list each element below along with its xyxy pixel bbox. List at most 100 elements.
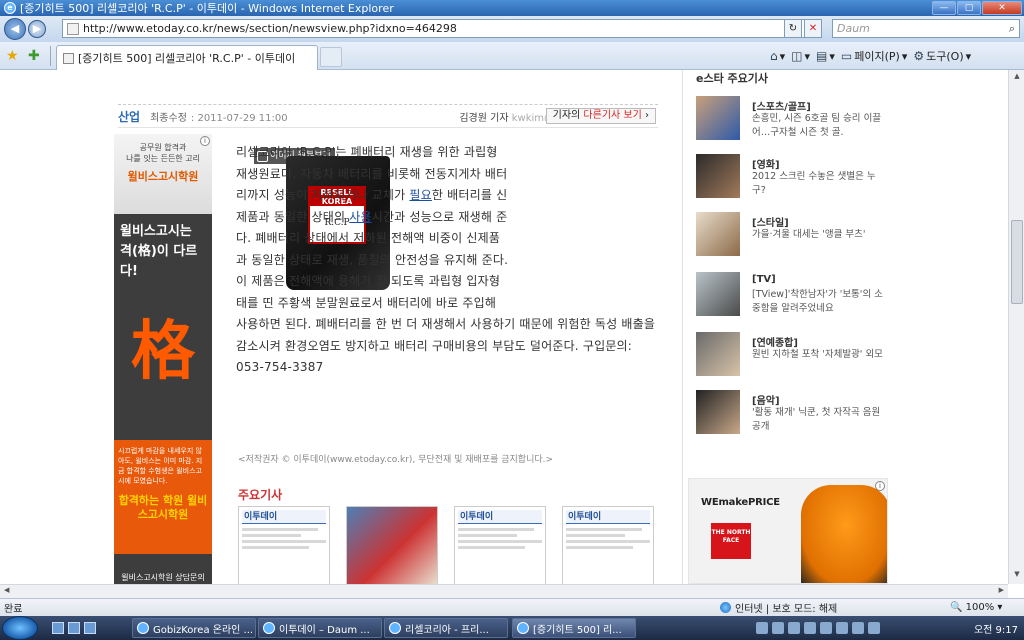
tray-icon[interactable] [788, 622, 800, 634]
sidebar-category: [음악] [752, 396, 780, 407]
tray-icon[interactable] [804, 622, 816, 634]
new-tab-button[interactable] [320, 47, 342, 67]
sidebar-text: 가을·겨울 대세는 '앵클 부츠' [752, 229, 866, 240]
zoom-control[interactable]: 🔍 100% ▾ [950, 602, 1002, 613]
tray-icon[interactable] [756, 622, 768, 634]
forward-button[interactable]: ▶ [28, 20, 46, 38]
print-button[interactable]: ▤ ▾ [816, 49, 835, 63]
sidebar-thumb [696, 272, 740, 316]
scroll-left-icon[interactable]: ◀ [4, 586, 9, 594]
copyright-notice: <저작권자 © 이투데이(www.etoday.co.kr), 무단전재 및 재… [238, 455, 554, 465]
taskbar-button-label: 리셀코리아 - 프리... [405, 624, 489, 636]
main-news-thumb[interactable]: 이투데이 [562, 506, 654, 584]
window-title: [증기히트 500] 리셀코리아 'R.C.P' - 이투데이 - Window… [20, 2, 394, 15]
image-float-space [520, 146, 660, 306]
home-button[interactable]: ⌂ ▾ [770, 49, 785, 63]
tray-icon[interactable] [772, 622, 784, 634]
taskbar-button-label: 이투데이 – Daum ... [279, 624, 370, 636]
tray-icon[interactable] [852, 622, 864, 634]
tray-icon[interactable] [820, 622, 832, 634]
taskbar-button[interactable]: GobizKorea 온라인 ... [132, 618, 256, 638]
page-menu[interactable]: ▭ 페이지(P) ▾ [841, 48, 907, 64]
search-input[interactable]: Daum ⌕ [832, 19, 1020, 38]
taskbar: GobizKorea 온라인 ... 이투데이 – Daum ... 리셀코리아… [0, 616, 1024, 640]
sidebar-text: [TView]'착한남자'가 '보통'의 소중함을 알려주었네요 [752, 289, 883, 314]
sidebar-item[interactable]: [영화] 2012 스크린 수놓은 샛별은 누구? [696, 154, 892, 200]
sidebar-thumb [696, 212, 740, 256]
reporter-more-button[interactable]: 기자의 다른기사 보기 › [545, 108, 656, 124]
page-menu-label: 페이지(P) [854, 50, 900, 63]
right-ad-jacket-image [801, 485, 887, 583]
section-label[interactable]: 산업 [118, 108, 140, 125]
feeds-button[interactable]: ◫ ▾ [791, 49, 810, 63]
main-news-thumb-photo[interactable] [346, 506, 438, 584]
search-icon[interactable]: ⌕ [1009, 20, 1015, 37]
sidebar-item[interactable]: [스타일] 가을·겨울 대세는 '앵클 부츠' [696, 212, 892, 258]
quick-launch-ie-icon[interactable] [68, 622, 80, 634]
security-zone[interactable]: 인터넷 | 보호 모드: 해제 [720, 600, 837, 615]
taskbar-button-label: [증기히트 500] 리... [533, 624, 622, 636]
minimize-button[interactable]: — [932, 1, 956, 15]
taskbar-button-label: GobizKorea 온라인 ... [153, 624, 254, 636]
show-desktop-icon[interactable] [52, 622, 64, 634]
status-bar: 완료 인터넷 | 보호 모드: 해제 🔍 100% ▾ [0, 598, 1024, 616]
quick-launch [52, 622, 96, 634]
tab-active[interactable]: [증기히트 500] 리셀코리아 'R.C.P' - 이투데이 [56, 45, 318, 70]
more-button-post: › [641, 110, 649, 121]
window-controls: — ▢ ✕ [932, 1, 1022, 15]
article-body: 리셀코리아 'R.C.P'는 폐배터리 재생을 위한 과립형 재생원료다. 자동… [236, 142, 660, 379]
sidebar-thumb [696, 154, 740, 198]
sidebar-item[interactable]: [연예종합] 원빈 지하철 포착 '자체발광' 외모 [696, 332, 892, 378]
page-icon [67, 22, 79, 35]
print-icon: ▤ [816, 49, 828, 63]
tray-icon[interactable] [868, 622, 880, 634]
left-ad-banner[interactable]: i 공무원 합격과 나를 잇는 든든한 고리 윌비스고시학원 윌비스고시는 격(… [114, 134, 212, 584]
article-link-use[interactable]: 사용 [349, 210, 371, 224]
sidebar-item[interactable]: [스포츠/골프] 손흥민, 시즌 6호골 팀 승리 이끌어…구자철 시즌 첫 골… [696, 96, 892, 142]
scroll-thumb[interactable] [1011, 220, 1023, 304]
taskbar-button[interactable]: 리셀코리아 - 프리... [384, 618, 508, 638]
maximize-button[interactable]: ▢ [957, 1, 981, 15]
more-button-pre: 기자의 [552, 110, 584, 121]
article-link-need[interactable]: 필요 [409, 188, 431, 202]
horizontal-scrollbar[interactable]: ◀ ▶ [0, 584, 1008, 598]
home-icon: ⌂ [770, 49, 778, 63]
back-button[interactable]: ◀ [4, 18, 26, 40]
left-ad-line1: 공무원 합격과 [139, 143, 187, 152]
scroll-up-icon[interactable]: ▲ [1011, 72, 1023, 84]
favorites-star-icon[interactable]: ★ [6, 48, 19, 64]
scroll-down-icon[interactable]: ▼ [1011, 570, 1023, 582]
sidebar-item[interactable]: [음악] '활동 재개' 닉쿤, 첫 자작곡 음원 공개 [696, 390, 892, 436]
quick-launch-folder-icon[interactable] [84, 622, 96, 634]
tools-menu[interactable]: ⚙ 도구(O) ▾ [913, 48, 971, 64]
ad-info-icon[interactable]: i [200, 136, 210, 146]
left-ad-small-copy: 시끄럽게 마감을 내세우지 않아도, 윌비스는 이미 마감. 지금 합격할 수험… [118, 447, 203, 485]
scroll-right-icon[interactable]: ▶ [999, 586, 1004, 594]
sidebar-text: 손흥민, 시즌 6호골 팀 승리 이끌어…구자철 시즌 첫 골. [752, 113, 882, 138]
address-bar[interactable]: http://www.etoday.co.kr/news/section/new… [62, 19, 806, 38]
main-news-thumb[interactable]: 이투데이 [238, 506, 330, 584]
taskbar-button[interactable]: 이투데이 – Daum ... [258, 618, 382, 638]
left-ad-orange-panel: 시끄럽게 마감을 내세우지 않아도, 윌비스는 이미 마감. 지금 합격할 수험… [114, 440, 212, 554]
right-ad-banner[interactable]: i WEmakePRICE THE NORTH FACE [688, 478, 888, 584]
add-favorite-icon[interactable]: ✚ [28, 48, 40, 64]
taskbar-button-active[interactable]: [증기히트 500] 리... [512, 618, 636, 638]
right-ad-brand: WEmakePRICE [701, 497, 780, 508]
close-button[interactable]: ✕ [982, 1, 1022, 15]
clock[interactable]: 오전 9:17 [974, 621, 1018, 636]
main-news-thumb[interactable]: 이투데이 [454, 506, 546, 584]
address-toolbar: ◀ ▶ http://www.etoday.co.kr/news/section… [0, 16, 1024, 42]
refresh-icon[interactable]: ↻ [784, 19, 802, 38]
reporter-name: 김경원 기자 [459, 112, 509, 124]
tab-label: [증기히트 500] 리셀코리아 'R.C.P' - 이투데이 [78, 52, 296, 65]
ie-icon [137, 622, 149, 634]
more-button-red: 다른기사 보기 [583, 110, 642, 121]
tray-icon[interactable] [836, 622, 848, 634]
updated-label: 최종수정 [150, 112, 187, 124]
sidebar-item[interactable]: [TV] [TView]'착한남자'가 '보통'의 소중함을 알려주었네요 [696, 272, 892, 318]
stop-icon[interactable]: ✕ [804, 19, 822, 38]
left-ad-bottom: 윌비스고시학원 상담문의 [121, 573, 205, 582]
vertical-scrollbar[interactable]: ▲ ▼ [1008, 70, 1024, 584]
sidebar-thumb [696, 96, 740, 140]
start-button[interactable] [2, 616, 38, 640]
